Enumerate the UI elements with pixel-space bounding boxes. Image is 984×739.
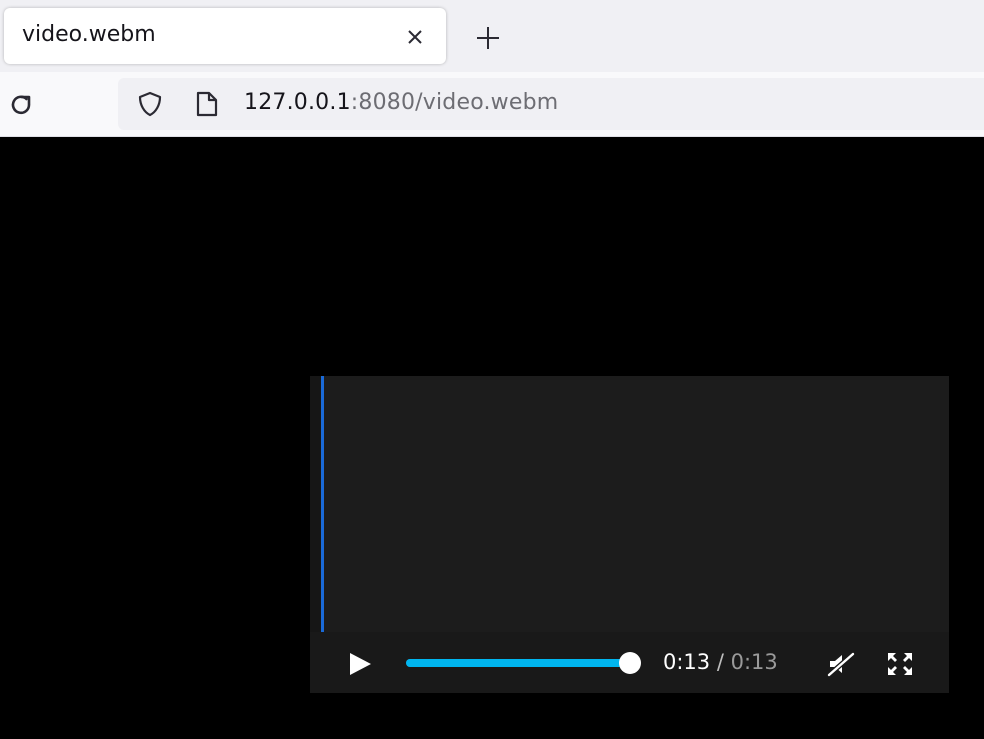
url-path: :8080/video.webm: [350, 90, 559, 115]
current-time: 0:13: [663, 650, 711, 674]
shield-icon[interactable]: [136, 90, 164, 118]
progress-slider[interactable]: [406, 652, 641, 674]
video-edge-line: [321, 376, 324, 632]
progress-fill: [406, 659, 630, 667]
time-display: 0:13 / 0:13: [663, 650, 778, 674]
close-icon[interactable]: [402, 24, 428, 50]
tab-video[interactable]: video.webm: [4, 8, 446, 64]
duration: 0:13: [730, 650, 778, 674]
plus-icon[interactable]: [472, 22, 504, 54]
page-icon[interactable]: [194, 90, 220, 118]
tab-title: video.webm: [22, 22, 156, 47]
address-bar[interactable]: 127.0.0.1:8080/video.webm: [118, 78, 984, 130]
navigation-bar: 127.0.0.1:8080/video.webm: [0, 72, 984, 137]
mute-icon[interactable]: [825, 650, 857, 678]
url-text[interactable]: 127.0.0.1:8080/video.webm: [244, 90, 558, 115]
progress-thumb[interactable]: [619, 652, 641, 674]
video-player[interactable]: 0:13 / 0:13: [310, 376, 949, 693]
time-separator: /: [716, 650, 724, 674]
reload-icon[interactable]: [6, 90, 36, 120]
tab-strip: video.webm: [0, 0, 984, 72]
url-host: 127.0.0.1: [244, 90, 351, 115]
page-content: 0:13 / 0:13: [0, 137, 984, 739]
fullscreen-icon[interactable]: [885, 650, 915, 678]
video-controls: 0:13 / 0:13: [310, 632, 949, 693]
play-icon[interactable]: [346, 650, 374, 678]
